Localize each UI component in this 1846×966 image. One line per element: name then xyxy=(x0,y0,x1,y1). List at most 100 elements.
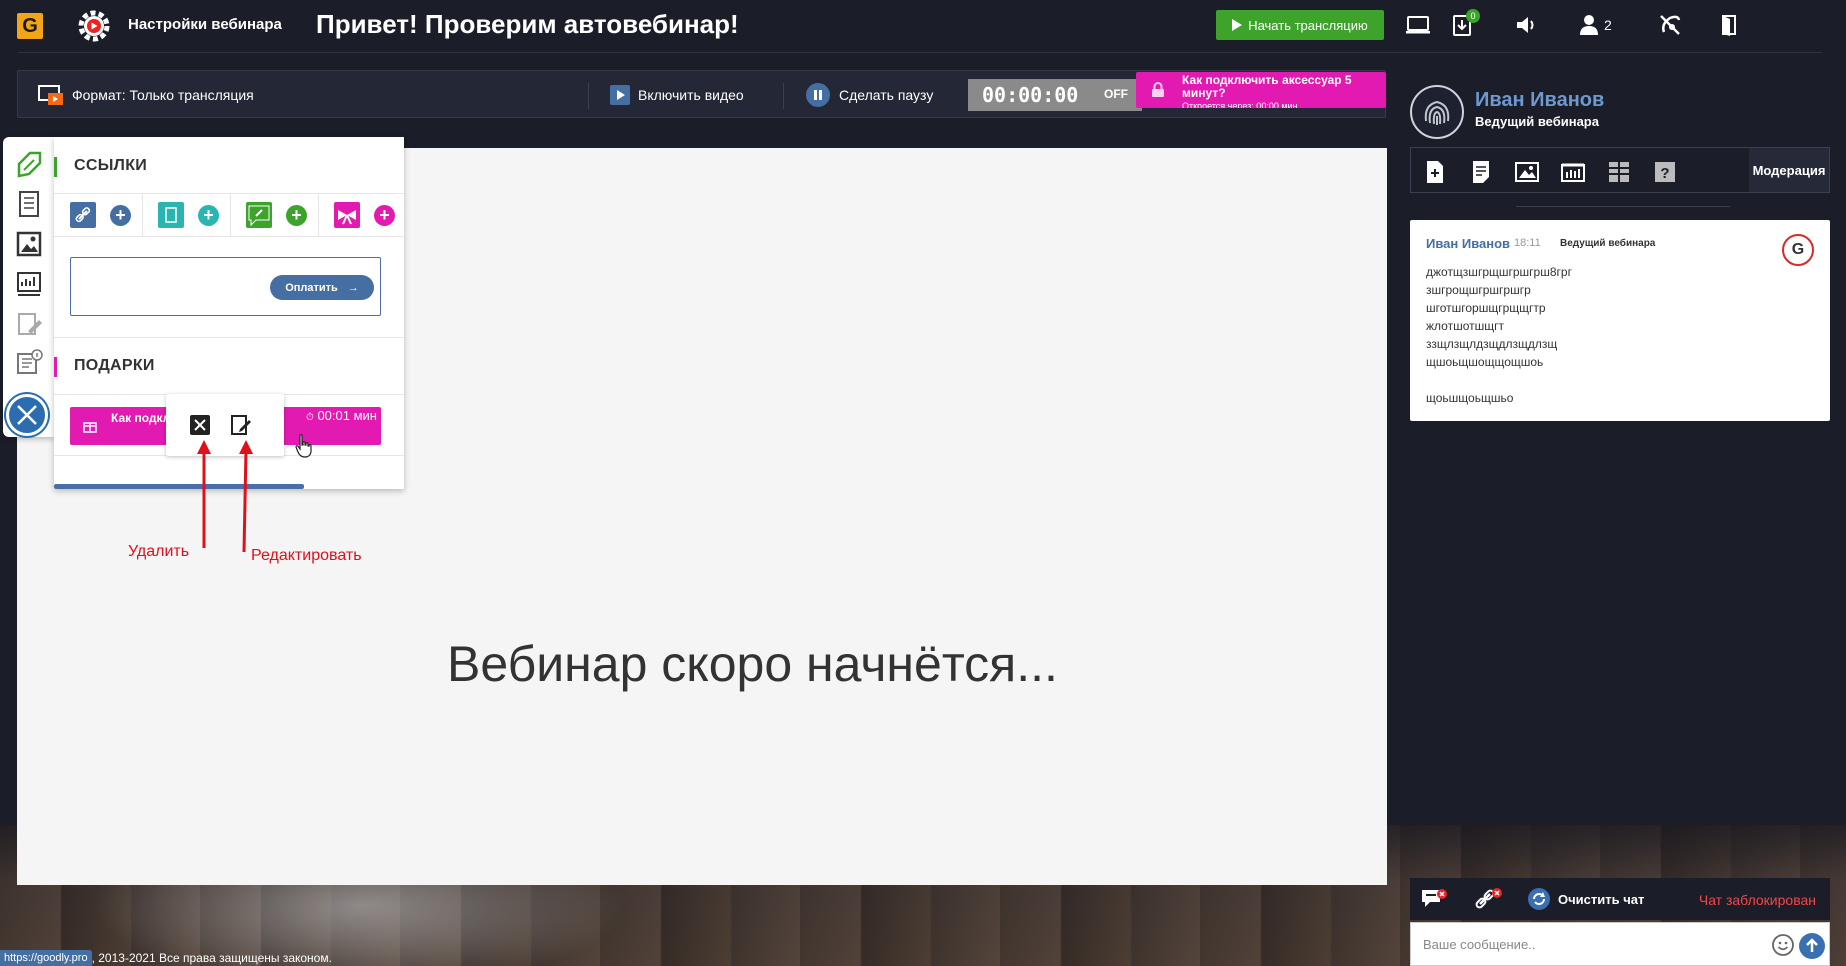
exit-door-icon[interactable] xyxy=(1716,12,1742,38)
image-upload-icon[interactable] xyxy=(1514,159,1540,185)
arrow-right-icon: → xyxy=(347,281,359,294)
broadcast-timer[interactable]: 00:00:00 OFF xyxy=(968,79,1142,111)
close-icon xyxy=(17,405,37,425)
info-doc-icon[interactable] xyxy=(14,347,44,377)
no-sound-icon[interactable] xyxy=(1657,12,1683,38)
message-time: 18:11 xyxy=(1514,237,1541,249)
panel-divider xyxy=(54,236,404,237)
enable-video-button[interactable]: Включить видео xyxy=(610,71,744,119)
users-icon[interactable] xyxy=(1576,12,1602,38)
presenter-avatar[interactable] xyxy=(1410,85,1464,139)
video-play-icon xyxy=(610,85,630,105)
message-text: джотщзшгрщшгршгрш8грг зшгрощшгршгршгр шг… xyxy=(1426,263,1572,407)
block-messages-icon[interactable] xyxy=(1420,886,1447,912)
clear-chat-button[interactable]: Очистить чат xyxy=(1558,892,1644,907)
arrow-up-icon xyxy=(1806,938,1818,952)
pause-label: Сделать паузу xyxy=(839,87,934,103)
presenter-role: Ведущий вебинара xyxy=(1475,114,1599,129)
pause-icon xyxy=(806,83,830,107)
play-icon xyxy=(1232,19,1243,31)
document-icon xyxy=(158,202,184,228)
add-link-button[interactable]: + xyxy=(110,204,131,226)
add-gift-button[interactable]: + xyxy=(374,204,395,226)
chat-link-type-tab[interactable]: + xyxy=(230,194,318,236)
users-count: 2 xyxy=(1604,17,1612,33)
add-chat-link-button[interactable]: + xyxy=(286,204,307,226)
test-edit-icon[interactable] xyxy=(14,309,44,339)
format-icon xyxy=(38,85,63,105)
close-panel-button[interactable] xyxy=(6,394,48,436)
gifts-section-title: ПОДАРКИ xyxy=(54,357,155,377)
document-type-tab[interactable]: + xyxy=(142,194,230,236)
settings-gear-icon[interactable] xyxy=(78,10,110,42)
edit-button[interactable] xyxy=(230,414,252,436)
timer-icon: ⏱ xyxy=(306,412,314,423)
page-title: Привет! Проверим автовебинар! xyxy=(316,9,739,39)
format-selector[interactable]: Формат: Только трансляция xyxy=(38,71,254,119)
link-item-pay[interactable]: Оплатить → xyxy=(70,257,381,316)
add-note-icon[interactable] xyxy=(1422,159,1448,185)
annotation-arrows xyxy=(197,440,253,553)
promo-subtitle: Откроется через: 00:00 мин xyxy=(1182,101,1298,108)
delete-button[interactable] xyxy=(189,414,211,436)
lock-icon xyxy=(1152,82,1164,97)
top-bar: G Настройки вебинара Привет! Проверим ав… xyxy=(0,0,1846,53)
chat-divider xyxy=(1516,206,1730,207)
notes-icon[interactable] xyxy=(14,189,44,219)
link-icon xyxy=(70,202,96,228)
block-links-icon[interactable] xyxy=(1474,886,1502,912)
gift-time: ⏱ 00:01 мин xyxy=(306,407,378,427)
screen-share-icon[interactable] xyxy=(1405,12,1431,38)
delete-icon xyxy=(190,415,210,435)
chat-input-box xyxy=(1410,922,1830,966)
fingerprint-icon xyxy=(1424,100,1450,125)
tool-rail xyxy=(3,137,54,437)
gift-bow-icon xyxy=(334,202,360,228)
refresh-chat-icon[interactable] xyxy=(1526,886,1552,912)
pay-button[interactable]: Оплатить → xyxy=(270,275,374,300)
footer: https://goodly.pro , 2013-2021 Все права… xyxy=(0,950,332,966)
message-line: шготшгоршщгрщщгтр xyxy=(1426,301,1546,315)
gift-type-tab[interactable]: + xyxy=(318,194,406,236)
download-badge: 0 xyxy=(1466,9,1480,23)
send-button[interactable] xyxy=(1799,933,1825,959)
presenter-name: Иван Иванов xyxy=(1475,89,1605,111)
promo-banner[interactable]: Как подключить аксессуар 5 минут? Открое… xyxy=(1136,72,1386,108)
panel-divider xyxy=(54,337,404,338)
question-icon[interactable]: ? xyxy=(1652,159,1678,185)
emoji-icon[interactable] xyxy=(1771,933,1795,957)
stats-icon[interactable] xyxy=(1560,159,1586,185)
volume-icon[interactable] xyxy=(1513,12,1539,38)
stage-message: Вебинар скоро начнётся... xyxy=(447,636,1058,692)
top-separator xyxy=(18,52,1822,53)
text-note-icon[interactable] xyxy=(1468,159,1494,185)
svg-text:?: ? xyxy=(1660,165,1669,182)
chat-link-icon xyxy=(246,202,272,228)
chat-message-input[interactable] xyxy=(1423,931,1753,957)
links-section-title: ССЫЛКИ xyxy=(54,157,147,177)
chat-message: Иван Иванов 18:11 Ведущий вебинара G джо… xyxy=(1410,220,1830,421)
presentation-icon[interactable] xyxy=(14,269,44,299)
edit-annotation-label: Редактировать xyxy=(251,547,362,564)
status-url[interactable]: https://goodly.pro xyxy=(0,950,92,966)
message-author[interactable]: Иван Иванов xyxy=(1426,236,1510,251)
link-type-tab[interactable]: + xyxy=(54,194,142,236)
add-document-button[interactable]: + xyxy=(198,204,219,226)
start-broadcast-button[interactable]: Начать трансляцию xyxy=(1216,10,1384,40)
settings-label[interactable]: Настройки вебинара xyxy=(128,16,282,33)
app-logo[interactable]: G xyxy=(17,13,43,39)
tab-moderation[interactable]: Модерация xyxy=(1749,148,1829,192)
chat-locked-status[interactable]: Чат заблокирован xyxy=(1699,892,1816,908)
table-icon[interactable] xyxy=(1606,159,1632,185)
delete-arrowhead xyxy=(197,440,211,454)
edit-arrowhead xyxy=(239,440,253,454)
image-icon[interactable] xyxy=(14,229,44,259)
message-line: зшгрощшгршгршгр xyxy=(1426,283,1531,297)
message-line: щоьшщоьщшьо xyxy=(1426,391,1514,405)
edit-icon xyxy=(231,415,251,435)
ctrl-separator xyxy=(588,83,589,109)
materials-icon[interactable] xyxy=(14,150,44,180)
timer-state: OFF xyxy=(1104,87,1128,101)
pause-button[interactable]: Сделать паузу xyxy=(805,71,933,119)
message-line: щшоьщшощщощшоь xyxy=(1426,355,1544,369)
